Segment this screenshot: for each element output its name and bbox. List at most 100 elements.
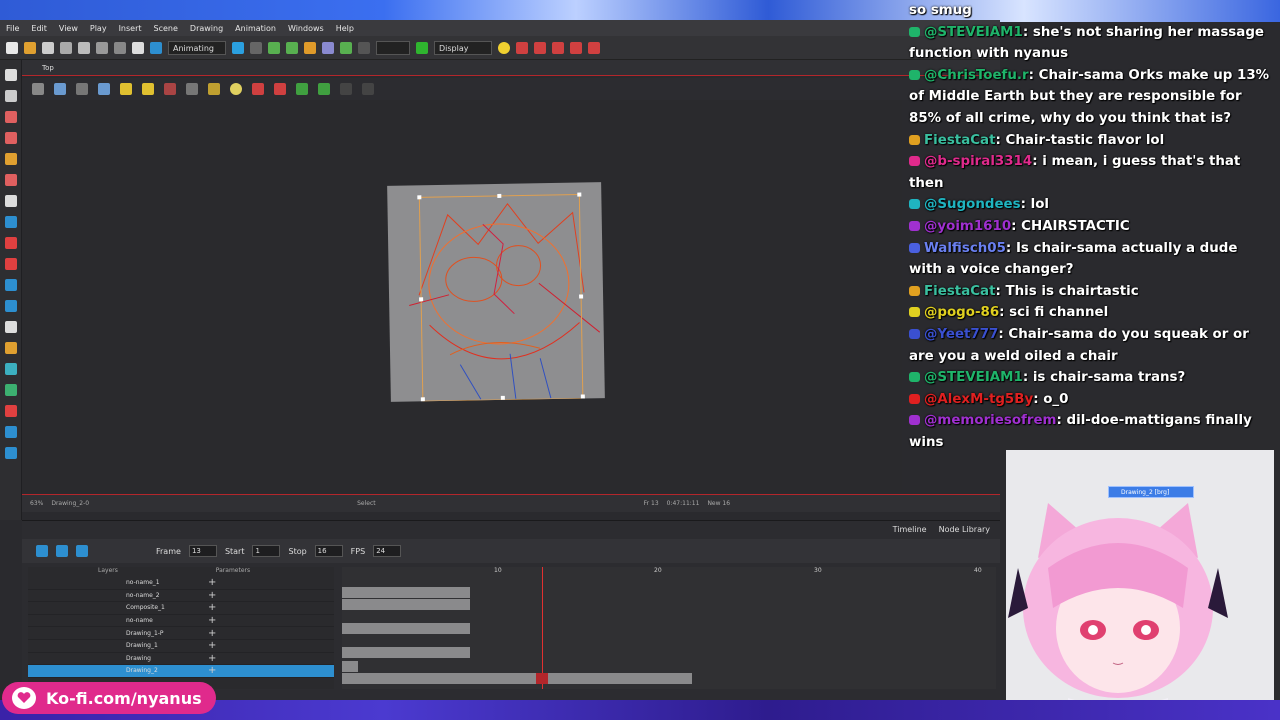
pivot-icon[interactable]	[286, 41, 298, 54]
paste-icon[interactable]	[150, 41, 162, 54]
play-icon[interactable]	[36, 545, 48, 557]
red-tool-2-icon[interactable]	[534, 41, 546, 54]
menu-insert[interactable]: Insert	[113, 24, 148, 33]
text-tool-icon[interactable]	[5, 195, 17, 207]
menu-help[interactable]: Help	[330, 24, 360, 33]
frame-cells[interactable]	[342, 599, 470, 610]
node-drawing[interactable]: Drawing_2 [brg]	[1108, 486, 1194, 498]
ellipse-tool-icon[interactable]	[5, 237, 17, 249]
mark-icon-2[interactable]	[274, 83, 286, 95]
kofi-link[interactable]: Ko-fi.com/nyanus	[46, 689, 202, 708]
frame-grid[interactable]: 10 20 30 40	[342, 567, 996, 689]
menu-play[interactable]: Play	[84, 24, 113, 33]
rotate-view-icon[interactable]	[76, 83, 88, 95]
mark-icon-4[interactable]	[318, 83, 330, 95]
undo-icon[interactable]	[78, 41, 90, 54]
start-input[interactable]: 1	[252, 545, 281, 557]
onion-icon[interactable]	[340, 41, 352, 54]
paint-tool-icon[interactable]	[5, 174, 17, 186]
frame-cells[interactable]	[342, 661, 358, 672]
view-icon[interactable]	[54, 83, 66, 95]
zoom-tool-icon[interactable]	[5, 426, 17, 438]
save-all-icon[interactable]	[60, 41, 72, 54]
fps-input[interactable]: 24	[373, 545, 402, 557]
lock-icon[interactable]	[120, 83, 132, 95]
lock-all-icon[interactable]	[142, 83, 154, 95]
new-file-icon[interactable]	[6, 41, 18, 54]
menu-animation[interactable]: Animation	[229, 24, 282, 33]
mark-icon-3[interactable]	[296, 83, 308, 95]
brush-icon[interactable]	[164, 83, 176, 95]
sound-icon[interactable]	[76, 545, 88, 557]
rectangle-tool-icon[interactable]	[5, 216, 17, 228]
select-tool-icon[interactable]	[5, 69, 17, 81]
frame-cells[interactable]	[342, 647, 470, 658]
playhead[interactable]	[542, 567, 543, 689]
grid-toggle-icon[interactable]	[32, 83, 44, 95]
loop-icon[interactable]	[56, 545, 68, 557]
layer-row[interactable]: Drawing +	[28, 653, 334, 666]
contour-tool-icon[interactable]	[5, 90, 17, 102]
red-tool-1-icon[interactable]	[516, 41, 528, 54]
menu-scene[interactable]: Scene	[148, 24, 184, 33]
mode-select[interactable]: Animating	[168, 40, 226, 55]
layer-row[interactable]: no-name_1 +	[28, 577, 334, 590]
mark-icon-5[interactable]	[340, 83, 352, 95]
line-tool-icon[interactable]	[5, 258, 17, 270]
layer-row[interactable]: Composite_1 +	[28, 602, 334, 615]
peg-icon[interactable]	[322, 41, 334, 54]
dropper-tool-icon[interactable]	[5, 300, 17, 312]
mark-icon-1[interactable]	[252, 83, 264, 95]
hand-tool-icon[interactable]	[5, 321, 17, 333]
light-icon[interactable]	[230, 83, 242, 95]
save-icon[interactable]	[42, 41, 54, 54]
open-folder-icon[interactable]	[24, 41, 36, 54]
menu-view[interactable]: View	[53, 24, 84, 33]
layer-row[interactable]: no-name +	[28, 615, 334, 628]
lightbulb-icon[interactable]	[498, 41, 510, 54]
tab-node-library[interactable]: Node Library	[939, 525, 990, 534]
frame-cells[interactable]	[342, 587, 470, 598]
current-frame-cell[interactable]	[536, 673, 548, 684]
grid-icon[interactable]	[250, 41, 262, 54]
box-icon[interactable]	[304, 41, 316, 54]
cutter-tool-icon[interactable]	[5, 363, 17, 375]
menu-edit[interactable]: Edit	[25, 24, 53, 33]
smooth-tool-icon[interactable]	[5, 384, 17, 396]
menu-windows[interactable]: Windows	[282, 24, 330, 33]
eraser-tool-icon[interactable]	[5, 153, 17, 165]
display-select[interactable]: Display	[434, 40, 492, 55]
layer-row[interactable]: Drawing_1-P +	[28, 627, 334, 640]
menu-file[interactable]: File	[0, 24, 25, 33]
cut-icon[interactable]	[114, 41, 126, 54]
frame-input[interactable]: 13	[188, 545, 217, 557]
layer-row[interactable]: Drawing_1 +	[28, 640, 334, 653]
menu-drawing[interactable]: Drawing	[184, 24, 229, 33]
frame-cells[interactable]	[342, 623, 470, 634]
stroke-tool-icon[interactable]	[5, 279, 17, 291]
flip-icon[interactable]	[416, 41, 428, 54]
frame-cells[interactable]	[342, 673, 692, 684]
drawing-canvas[interactable]	[22, 100, 902, 492]
copy-icon[interactable]	[132, 41, 144, 54]
blank-select[interactable]	[376, 40, 410, 55]
transform-tool-icon[interactable]	[5, 342, 17, 354]
flip-view-icon[interactable]	[98, 83, 110, 95]
layers-tool-icon[interactable]	[5, 447, 17, 459]
shade-icon[interactable]	[208, 83, 220, 95]
redo-icon[interactable]	[96, 41, 108, 54]
mark-icon-6[interactable]	[362, 83, 374, 95]
layer-row-selected[interactable]: Drawing_2 +	[28, 665, 334, 678]
brush-tool-icon[interactable]	[5, 111, 17, 123]
pencil-tool-icon[interactable]	[5, 132, 17, 144]
kofi-banner[interactable]: Ko-fi.com/nyanus	[2, 682, 216, 714]
red-tool-4-icon[interactable]	[570, 41, 582, 54]
ink-tool-icon[interactable]	[5, 405, 17, 417]
camera-view-tab[interactable]: Top	[22, 60, 1000, 76]
status-zoom[interactable]: 63%	[30, 500, 43, 507]
list-icon[interactable]	[232, 41, 244, 54]
pen-icon[interactable]	[186, 83, 198, 95]
red-tool-3-icon[interactable]	[552, 41, 564, 54]
stop-input[interactable]: 16	[314, 545, 343, 557]
transform-icon[interactable]	[268, 41, 280, 54]
